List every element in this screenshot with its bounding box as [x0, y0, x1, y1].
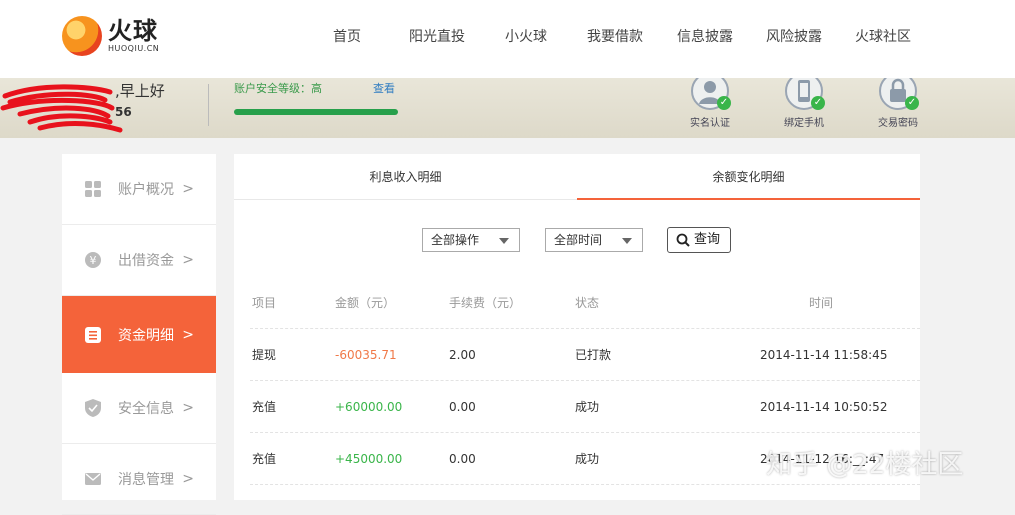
nav-disclosure[interactable]: 信息披露 — [677, 26, 733, 46]
col-header-status: 状态 — [575, 296, 600, 310]
query-button[interactable]: 查询 — [667, 227, 731, 253]
badge-trade-password[interactable]: ✓ 交易密码 — [868, 78, 928, 129]
chevron-right-icon: > — [182, 252, 194, 268]
top-header: 火球 HUOQIU.CN 首页 阳光直投 小火球 我要借款 信息披露 风险披露 … — [0, 0, 1015, 78]
badge-real-name[interactable]: ✓ 实名认证 — [680, 78, 740, 129]
chevron-right-icon: > — [182, 400, 194, 416]
nav-home[interactable]: 首页 — [333, 26, 361, 46]
sidebar-item-lending-funds[interactable]: ¥ 出借资金 > — [62, 225, 216, 296]
search-icon — [676, 233, 690, 247]
sidebar-item-label: 消息管理 — [118, 472, 174, 488]
cell-amount: +45000.00 — [335, 452, 403, 466]
account-banner: ,早上好 56 账户安全等级：高 查看 ✓ 实名认证 ✓ 绑定手机 ✓ 交易密码 — [0, 78, 1015, 138]
yen-icon: ¥ — [84, 251, 102, 269]
greeting-text: ,早上好 — [115, 82, 165, 100]
tab-interest-income[interactable]: 利息收入明细 — [234, 154, 577, 200]
sidebar-item-account-overview[interactable]: 账户概况 > — [62, 154, 216, 225]
badge-label: 绑定手机 — [784, 118, 824, 129]
badge-bind-phone[interactable]: ✓ 绑定手机 — [774, 78, 834, 129]
document-icon — [84, 326, 102, 344]
nav-borrow[interactable]: 我要借款 — [587, 26, 643, 46]
check-icon: ✓ — [905, 96, 919, 110]
phone-icon: ✓ — [785, 78, 825, 110]
nav-small-fireball[interactable]: 小火球 — [505, 26, 547, 46]
check-icon: ✓ — [717, 96, 731, 110]
nav-community[interactable]: 火球社区 — [855, 26, 911, 46]
security-progress-bar — [234, 109, 398, 115]
filter-bar: 全部操作 全部时间 查询 — [234, 227, 920, 253]
badge-label: 交易密码 — [878, 118, 918, 129]
col-header-item: 项目 — [252, 296, 277, 310]
sidebar-item-fund-details[interactable]: 资金明细 > — [62, 296, 216, 373]
brand-domain: HUOQIU.CN — [108, 44, 160, 53]
cell-fee: 0.00 — [449, 452, 476, 466]
caret-down-icon — [499, 238, 509, 244]
badge-label: 实名认证 — [690, 118, 730, 129]
chevron-right-icon: > — [182, 181, 194, 197]
col-header-fee: 手续费（元） — [449, 296, 522, 310]
security-progress-fill — [234, 109, 398, 115]
table-header-row: 项目 金额（元） 手续费（元） 状态 时间 — [250, 277, 920, 329]
col-header-amount: 金额（元） — [335, 296, 396, 310]
cell-status: 成功 — [575, 452, 600, 466]
brand-logo[interactable]: 火球 HUOQIU.CN — [62, 16, 159, 56]
nav-direct-invest[interactable]: 阳光直投 — [409, 26, 465, 46]
cell-status: 成功 — [575, 400, 600, 414]
shield-icon — [84, 399, 102, 417]
check-icon: ✓ — [811, 96, 825, 110]
fireball-logo-icon — [62, 16, 102, 56]
user-id-fragment: 56 — [115, 105, 132, 119]
time-select[interactable]: 全部时间 — [545, 228, 643, 252]
cell-time: 2014-11-14 11:58:45 — [760, 348, 888, 362]
cell-fee: 2.00 — [449, 348, 476, 362]
operation-select-value: 全部操作 — [431, 233, 480, 247]
cell-fee: 0.00 — [449, 400, 476, 414]
banner-divider — [208, 84, 209, 126]
caret-down-icon — [622, 238, 632, 244]
detail-tabs: 利息收入明细 余额变化明细 — [234, 154, 920, 200]
nav-risk-disclosure[interactable]: 风险披露 — [766, 26, 822, 46]
svg-text:¥: ¥ — [90, 254, 97, 267]
account-sidebar: 账户概况 > ¥ 出借资金 > 资金明细 > 安全信息 > 消息管理 > — [62, 154, 216, 515]
query-button-label: 查询 — [694, 232, 721, 247]
cell-time: 2014-11-14 10:50:52 — [760, 400, 888, 414]
mail-icon — [84, 470, 102, 488]
col-header-time: 时间 — [809, 296, 834, 310]
chevron-right-icon: > — [182, 326, 194, 343]
brand-name: 火球 — [108, 17, 158, 45]
sidebar-item-label: 安全信息 — [118, 401, 174, 417]
cell-item: 充值 — [252, 400, 277, 414]
cell-amount: +60000.00 — [335, 400, 403, 414]
security-view-link[interactable]: 查看 — [373, 80, 395, 96]
cell-amount: -60035.71 — [335, 348, 397, 362]
time-select-value: 全部时间 — [554, 233, 603, 247]
table-row: 提现 -60035.71 2.00 已打款 2014-11-14 11:58:4… — [250, 329, 920, 381]
sidebar-item-label: 账户概况 — [118, 182, 174, 198]
watermark-text: 知乎 @22楼社区 — [766, 450, 964, 480]
sidebar-item-label: 资金明细 — [118, 327, 174, 344]
cell-item: 充值 — [252, 452, 277, 466]
sidebar-item-label: 出借资金 — [118, 253, 174, 269]
sidebar-item-security-info[interactable]: 安全信息 > — [62, 373, 216, 444]
chevron-right-icon: > — [182, 471, 194, 487]
user-icon: ✓ — [691, 78, 731, 110]
table-row: 充值 +60000.00 0.00 成功 2014-11-14 10:50:52 — [250, 381, 920, 433]
tab-balance-change[interactable]: 余额变化明细 — [577, 154, 920, 200]
cell-item: 提现 — [252, 348, 277, 362]
cell-status: 已打款 — [575, 348, 612, 362]
grid-icon — [84, 180, 102, 198]
operation-select[interactable]: 全部操作 — [422, 228, 520, 252]
lock-icon: ✓ — [879, 78, 919, 110]
security-level-label: 账户安全等级：高 — [234, 82, 322, 95]
sidebar-item-messages[interactable]: 消息管理 > — [62, 444, 216, 515]
